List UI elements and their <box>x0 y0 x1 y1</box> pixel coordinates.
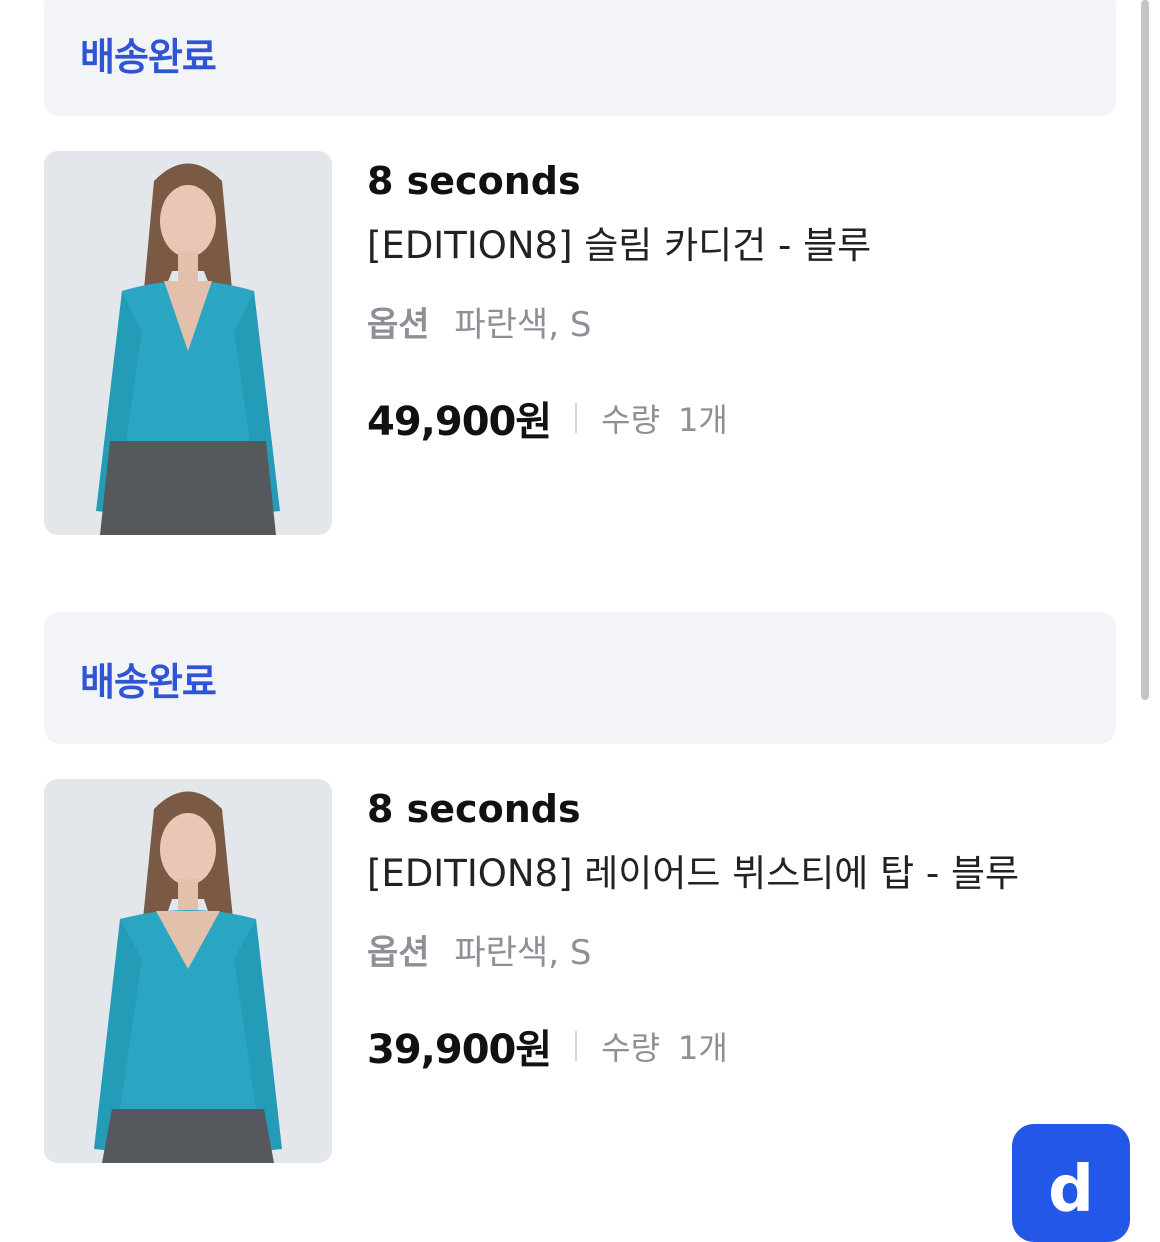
price-row: 49,900원 수량 1개 <box>367 389 728 447</box>
quantity-value: 1개 <box>678 1029 728 1067</box>
order-status-header: 배송완료 <box>44 612 1116 744</box>
product-option: 옵션 파란색, S <box>367 297 591 346</box>
option-label: 옵션 <box>367 305 430 345</box>
product-thumbnail[interactable] <box>44 151 332 535</box>
product-title[interactable]: [EDITION8] 슬림 카디건 - 블루 <box>367 215 871 269</box>
app-logo-icon: d <box>1048 1153 1094 1227</box>
product-thumbnail[interactable] <box>44 779 332 1163</box>
product-price: 49,900원 <box>367 399 552 445</box>
order-item[interactable]: 8 seconds [EDITION8] 레이어드 뷔스티에 탑 - 블루 옵션… <box>44 779 1116 1163</box>
order-status-header: 배송완료 <box>44 0 1116 116</box>
product-price: 39,900원 <box>367 1027 552 1073</box>
divider <box>575 403 578 433</box>
option-value: 파란색, S <box>454 305 592 345</box>
order-item[interactable]: 8 seconds [EDITION8] 슬림 카디건 - 블루 옵션 파란색,… <box>44 151 1116 535</box>
product-brand[interactable]: 8 seconds <box>367 787 581 831</box>
price-row: 39,900원 수량 1개 <box>367 1017 728 1075</box>
option-label: 옵션 <box>367 933 430 973</box>
option-value: 파란색, S <box>454 933 592 973</box>
app-shortcut-button[interactable]: d <box>1012 1124 1130 1242</box>
divider <box>575 1031 578 1061</box>
quantity-value: 1개 <box>678 401 728 439</box>
product-title[interactable]: [EDITION8] 레이어드 뷔스티에 탑 - 블루 <box>367 843 1019 897</box>
quantity-label: 수량 <box>601 401 661 439</box>
product-brand[interactable]: 8 seconds <box>367 159 581 203</box>
order-status-label: 배송완료 <box>80 34 217 79</box>
order-status-label: 배송완료 <box>80 659 217 704</box>
scrollbar[interactable] <box>1141 0 1149 700</box>
quantity-label: 수량 <box>601 1029 661 1067</box>
product-option: 옵션 파란색, S <box>367 925 591 974</box>
